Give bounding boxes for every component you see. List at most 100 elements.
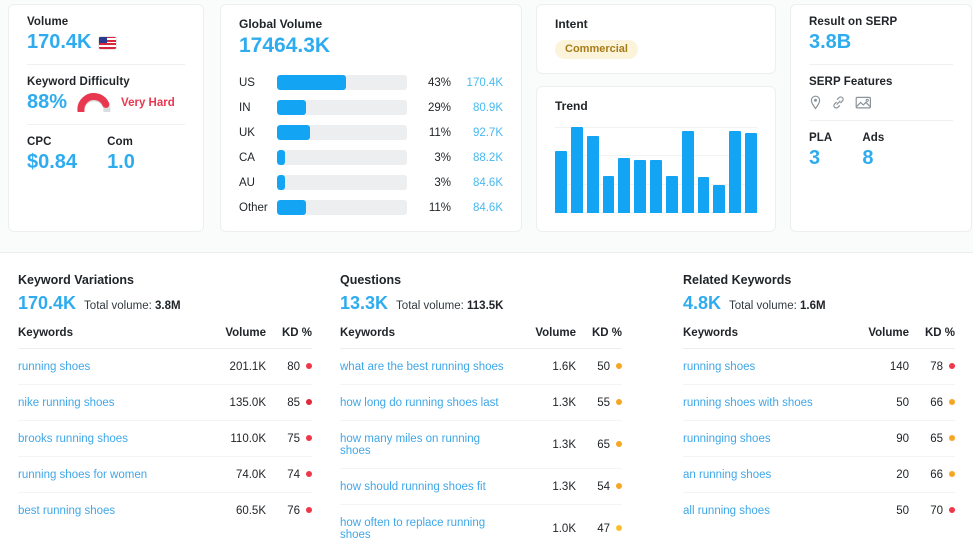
global-volume-row: US 43% 170.4K <box>239 70 503 95</box>
keyword-variations-summary: 170.4K Total volume: 3.8M <box>18 293 312 315</box>
keyword-link[interactable]: how often to replace running shoes <box>340 517 485 541</box>
column-header-kd: KD % <box>909 326 955 349</box>
kd-cell: 50 <box>576 348 622 385</box>
kd-value: 47 <box>597 522 610 535</box>
trend-bar <box>586 135 599 213</box>
volume-bar-fill <box>277 150 285 166</box>
pla-ads-metrics: PLA 3 Ads 8 <box>791 121 971 180</box>
kd-value: 74 <box>287 468 300 481</box>
keyword-link[interactable]: how many miles on running shoes <box>340 433 480 457</box>
table-row: how long do running shoes last 1.3K 55 <box>340 384 622 421</box>
table-header-row: Keywords Volume KD % <box>683 326 955 349</box>
result-on-serp-value: 3.8B <box>809 31 852 53</box>
kd-value: 80 <box>287 360 300 373</box>
keyword-link[interactable]: running shoes for women <box>18 469 147 481</box>
kd-value: 66 <box>930 468 943 481</box>
global-volume-row: UK 11% 92.7K <box>239 120 503 145</box>
country-code: US <box>239 76 255 89</box>
pla-label: PLA <box>809 132 833 144</box>
volume-cell: 1.0K <box>552 522 576 535</box>
kd-status-dot <box>306 434 312 441</box>
ads-label: Ads <box>862 132 885 144</box>
volume-percent: 43% <box>427 76 451 89</box>
ads-metric: Ads 8 <box>862 132 884 170</box>
total-volume-value: 1.6M <box>800 300 826 312</box>
kd-status-dot <box>949 398 955 405</box>
keyword-link[interactable]: runninging shoes <box>683 433 771 445</box>
keyword-link[interactable]: nike running shoes <box>18 397 115 409</box>
related-keywords-count: 4.8K <box>683 293 722 313</box>
volume-value: 170.4K <box>27 31 92 53</box>
link-icon[interactable] <box>831 95 846 110</box>
keyword-cell: brooks running shoes <box>18 420 202 457</box>
primary-metrics-card: Volume 170.4K Keyword Difficulty 88% Ver… <box>8 4 204 232</box>
kd-cell: 78 <box>909 348 955 385</box>
volume-bar-track <box>277 150 407 166</box>
global-volume-row: Other 11% 84.6K <box>239 195 503 220</box>
keyword-difficulty-label: Keyword Difficulty <box>27 76 130 88</box>
trend-bar <box>697 176 710 213</box>
image-icon[interactable] <box>855 95 872 110</box>
table-row: nike running shoes 135.0K 85 <box>18 384 312 421</box>
country-volume[interactable]: 88.2K <box>451 152 503 164</box>
volume-percent: 3% <box>434 151 451 164</box>
keyword-link[interactable]: brooks running shoes <box>18 433 128 445</box>
table-header-row: Keywords Volume KD % <box>18 326 312 349</box>
questions-count: 13.3K <box>340 293 389 313</box>
table-row: running shoes 140 78 <box>683 348 955 385</box>
column-header-keywords: Keywords <box>18 326 202 349</box>
kd-status-dot <box>949 434 955 441</box>
keyword-link[interactable]: what are the best running shoes <box>340 361 504 373</box>
keyword-cell: how should running shoes fit <box>340 468 512 505</box>
keyword-link[interactable]: best running shoes <box>18 505 115 517</box>
global-volume-list: US 43% 170.4K IN 29% 80.9K UK 11% 92.7K CA 3% 88.2K… <box>239 70 503 220</box>
volume-percent: 11% <box>428 201 451 214</box>
keyword-difficulty-rating: Very Hard <box>121 96 175 109</box>
column-header-kd: KD % <box>576 326 622 349</box>
keyword-link[interactable]: all running shoes <box>683 505 770 517</box>
keyword-cell: nike running shoes <box>18 384 202 421</box>
country-volume[interactable]: 92.7K <box>451 127 503 139</box>
cpc-label: CPC <box>27 136 52 148</box>
questions-table: Keywords Volume KD % what are the best r… <box>340 326 622 551</box>
keyword-variations-table: Keywords Volume KD % running shoes 201.1K… <box>18 326 312 528</box>
keyword-link[interactable]: how long do running shoes last <box>340 397 499 409</box>
volume-bar-track <box>277 125 407 141</box>
intent-badge[interactable]: Commercial <box>555 40 638 59</box>
volume-cell: 201.1K <box>202 348 266 385</box>
location-pin-icon[interactable] <box>809 95 822 110</box>
kd-status-dot <box>306 470 312 477</box>
kd-cell: 74 <box>266 456 312 493</box>
questions-table-panel: Questions 13.3K Total volume: 113.5K Key… <box>340 273 622 551</box>
us-flag-icon <box>98 36 116 49</box>
result-on-serp-metric: Result on SERP 3.8B <box>791 5 971 64</box>
kd-cell: 66 <box>909 384 955 421</box>
volume-cell: 74.0K <box>202 456 266 493</box>
country-volume[interactable]: 84.6K <box>451 177 503 189</box>
table-row: what are the best running shoes 1.6K 50 <box>340 348 622 385</box>
volume-bar-fill <box>277 200 306 216</box>
keyword-cell: how long do running shoes last <box>340 384 512 421</box>
country-volume[interactable]: 84.6K <box>451 202 503 214</box>
country-volume[interactable]: 170.4K <box>451 77 503 89</box>
trend-chart <box>555 127 757 213</box>
kd-status-dot <box>949 470 955 477</box>
volume-bar-fill <box>277 75 346 91</box>
volume-cell: 50 <box>845 384 909 421</box>
keyword-link[interactable]: how should running shoes fit <box>340 481 486 493</box>
total-volume-label: Total volume: <box>84 300 152 312</box>
keyword-link[interactable]: an running shoes <box>683 469 771 481</box>
keyword-link[interactable]: running shoes <box>683 361 755 373</box>
volume-bar-fill <box>277 125 310 141</box>
related-keywords-summary: 4.8K Total volume: 1.6M <box>683 293 955 315</box>
kd-cell: 65 <box>909 420 955 457</box>
country-volume[interactable]: 80.9K <box>451 102 503 114</box>
keyword-link[interactable]: running shoes with shoes <box>683 397 813 409</box>
volume-bar-track <box>277 100 407 116</box>
table-header-row: Keywords Volume KD % <box>340 326 622 349</box>
keyword-link[interactable]: running shoes <box>18 361 90 373</box>
column-header-volume: Volume <box>512 326 576 349</box>
serp-features-metric: SERP Features <box>791 65 971 120</box>
kd-value: 75 <box>287 432 300 445</box>
volume-cell: 20 <box>845 456 909 493</box>
